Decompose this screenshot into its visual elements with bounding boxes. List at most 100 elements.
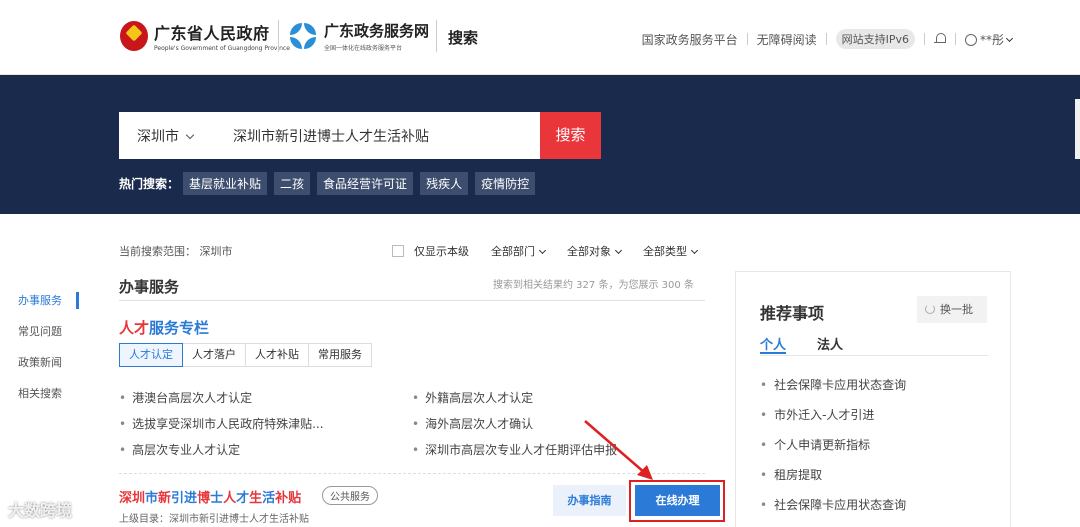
recommend-panel: 推荐事项 换一批 个人 法人 社会保障卡应用状态查询 市外迁入-人才引进 个人申… <box>735 271 1011 527</box>
accessibility-link[interactable]: 无障碍阅读 <box>757 31 817 48</box>
target-filter[interactable]: 全部对象 <box>567 243 623 259</box>
dept-filter-label: 全部部门 <box>491 245 535 258</box>
hot-tag[interactable]: 食品经营许可证 <box>317 172 414 195</box>
list-item[interactable]: 高层次专业人才认定 <box>119 441 240 458</box>
top-links: 国家政务服务平台 无障碍阅读 网站支持IPv6 **彤 <box>642 29 1014 49</box>
left-nav: 办事服务 常见问题 政策新闻 相关搜索 <box>18 292 62 416</box>
service-guide-button[interactable]: 办事指南 <box>553 485 626 516</box>
site-logo[interactable]: 广东政务服务网 全国一体化在线政务服务平台 <box>289 20 429 52</box>
nav-item-faq[interactable]: 常见问题 <box>18 323 62 354</box>
title-part: 市 <box>145 491 159 506</box>
only-level-checkbox[interactable] <box>392 245 404 257</box>
recommend-title: 推荐事项 <box>760 304 825 323</box>
gov-logo[interactable]: 广东省人民政府 People's Government of Guangdong… <box>120 20 290 52</box>
nav-active-indicator <box>76 292 79 309</box>
hot-label: 热门搜索： <box>119 177 180 191</box>
tab-active-indicator <box>760 352 786 354</box>
hot-tag[interactable]: 残疾人 <box>420 172 469 195</box>
title-part: 新 <box>158 491 172 506</box>
refresh-label: 换一批 <box>940 303 973 316</box>
list-item[interactable]: 外籍高层次人才认定 <box>412 389 533 406</box>
hot-tag[interactable]: 基层就业补贴 <box>183 172 268 195</box>
dept-filter[interactable]: 全部部门 <box>491 243 547 259</box>
ipv6-badge: 网站支持IPv6 <box>835 29 915 49</box>
top-header: 广东省人民政府 People's Government of Guangdong… <box>0 0 1080 75</box>
refresh-button[interactable]: 换一批 <box>917 296 987 323</box>
tab-talent-recognition[interactable]: 人才认定 <box>119 343 183 367</box>
chevron-down-icon <box>1005 34 1014 42</box>
divider <box>278 20 279 52</box>
chevron-down-icon <box>690 246 699 255</box>
user-menu[interactable]: **彤 <box>964 31 1014 48</box>
search-button[interactable]: 搜索 <box>540 112 601 159</box>
list-item[interactable]: 选拔享受深圳市人民政府特殊津贴... <box>119 415 323 432</box>
list-item[interactable]: 海外高层次人才确认 <box>412 415 533 432</box>
city-value: 深圳市 <box>137 129 179 145</box>
only-level-label[interactable]: 仅显示本级 <box>414 243 469 259</box>
title-part: 补贴 <box>275 491 302 506</box>
hot-tag[interactable]: 疫情防控 <box>475 172 536 195</box>
target-filter-label: 全部对象 <box>567 245 611 258</box>
pinwheel-logo-icon <box>289 22 317 50</box>
title-part: 才 <box>236 491 250 506</box>
recommend-item[interactable]: 租房提取 <box>760 466 822 483</box>
divider <box>436 20 437 52</box>
service-type-badge: 公共服务 <box>322 486 378 505</box>
title-part: 生 <box>249 491 263 506</box>
search-input[interactable]: 深圳市新引进博士人才生活补贴 <box>233 126 429 146</box>
nav-item-services[interactable]: 办事服务 <box>18 292 62 323</box>
recommend-item[interactable]: 个人申请更新指标 <box>760 436 870 453</box>
tab-personal[interactable]: 个人 <box>760 334 786 353</box>
user-name: **彤 <box>979 32 1004 47</box>
tab-common-services[interactable]: 常用服务 <box>308 343 372 367</box>
result-count: 搜索到相关结果约 327 条，为您展示 300 条 <box>493 280 694 291</box>
tab-legal-person[interactable]: 法人 <box>817 334 843 353</box>
chevron-down-icon <box>614 246 623 255</box>
site-slogan: 全国一体化在线政务服务平台 <box>324 45 403 52</box>
tab-talent-settlement[interactable]: 人才落户 <box>182 343 246 367</box>
annotation-arrow-icon <box>584 420 653 480</box>
city-select[interactable]: 深圳市 <box>137 126 195 146</box>
chevron-down-icon <box>538 246 547 255</box>
divider <box>119 300 705 301</box>
tab-talent-subsidy[interactable]: 人才补贴 <box>245 343 309 367</box>
title-part: 士 <box>210 491 224 506</box>
result-title[interactable]: 深圳市新引进博士人才生活补贴 <box>119 487 301 506</box>
column-title-blue: 服务专栏 <box>149 319 210 337</box>
recommend-item[interactable]: 社会保障卡应用状态查询 <box>760 376 906 393</box>
type-filter[interactable]: 全部类型 <box>643 243 699 259</box>
list-item[interactable]: 港澳台高层次人才认定 <box>119 389 252 406</box>
column-title-red: 人才 <box>119 319 150 337</box>
recommend-item[interactable]: 社会保障卡应用状态查询 <box>760 496 906 513</box>
nav-item-related[interactable]: 相关搜索 <box>18 385 62 416</box>
refresh-icon <box>925 304 935 314</box>
chevron-down-icon <box>185 130 195 140</box>
type-filter-label: 全部类型 <box>643 245 687 258</box>
title-part: 深圳 <box>119 491 146 506</box>
result-category: 上级目录：深圳市新引进博士人才生活补贴 <box>119 514 309 525</box>
talent-tabs: 人才认定 人才落户 人才补贴 常用服务 <box>119 343 372 367</box>
hot-tag[interactable]: 二孩 <box>274 172 311 195</box>
title-part: 博 <box>197 491 211 506</box>
watermark: 大数跨境 <box>8 501 73 520</box>
recommend-item[interactable]: 市外迁入-人才引进 <box>760 406 874 423</box>
national-emblem-icon <box>120 21 148 51</box>
gov-name: 广东省人民政府 <box>154 24 270 43</box>
national-platform-link[interactable]: 国家政务服务平台 <box>642 31 738 48</box>
highlight-box <box>629 480 725 522</box>
search-scope: 当前搜索范围： 深圳市 <box>119 245 233 258</box>
search-box[interactable]: 深圳市 深圳市新引进博士人才生活补贴 <box>119 112 540 159</box>
bell-icon[interactable] <box>933 33 946 45</box>
section-title: 办事服务 <box>119 278 180 296</box>
search-banner: 深圳市 深圳市新引进博士人才生活补贴 搜索 热门搜索： 基层就业补贴 二孩 食品… <box>0 75 1080 214</box>
divider <box>760 355 988 356</box>
hot-searches: 热门搜索： 基层就业补贴 二孩 食品经营许可证 残疾人 疫情防控 <box>119 172 542 195</box>
user-icon <box>964 34 977 46</box>
talent-column-title: 人才服务专栏 <box>119 317 209 338</box>
site-name: 广东政务服务网 <box>324 22 430 40</box>
page-title: 搜索 <box>448 29 479 47</box>
filter-bar: 仅显示本级 全部部门 全部对象 全部类型 <box>392 243 699 259</box>
nav-item-news[interactable]: 政策新闻 <box>18 354 62 385</box>
title-part: 引进 <box>171 491 198 506</box>
title-part: 人 <box>223 491 237 506</box>
